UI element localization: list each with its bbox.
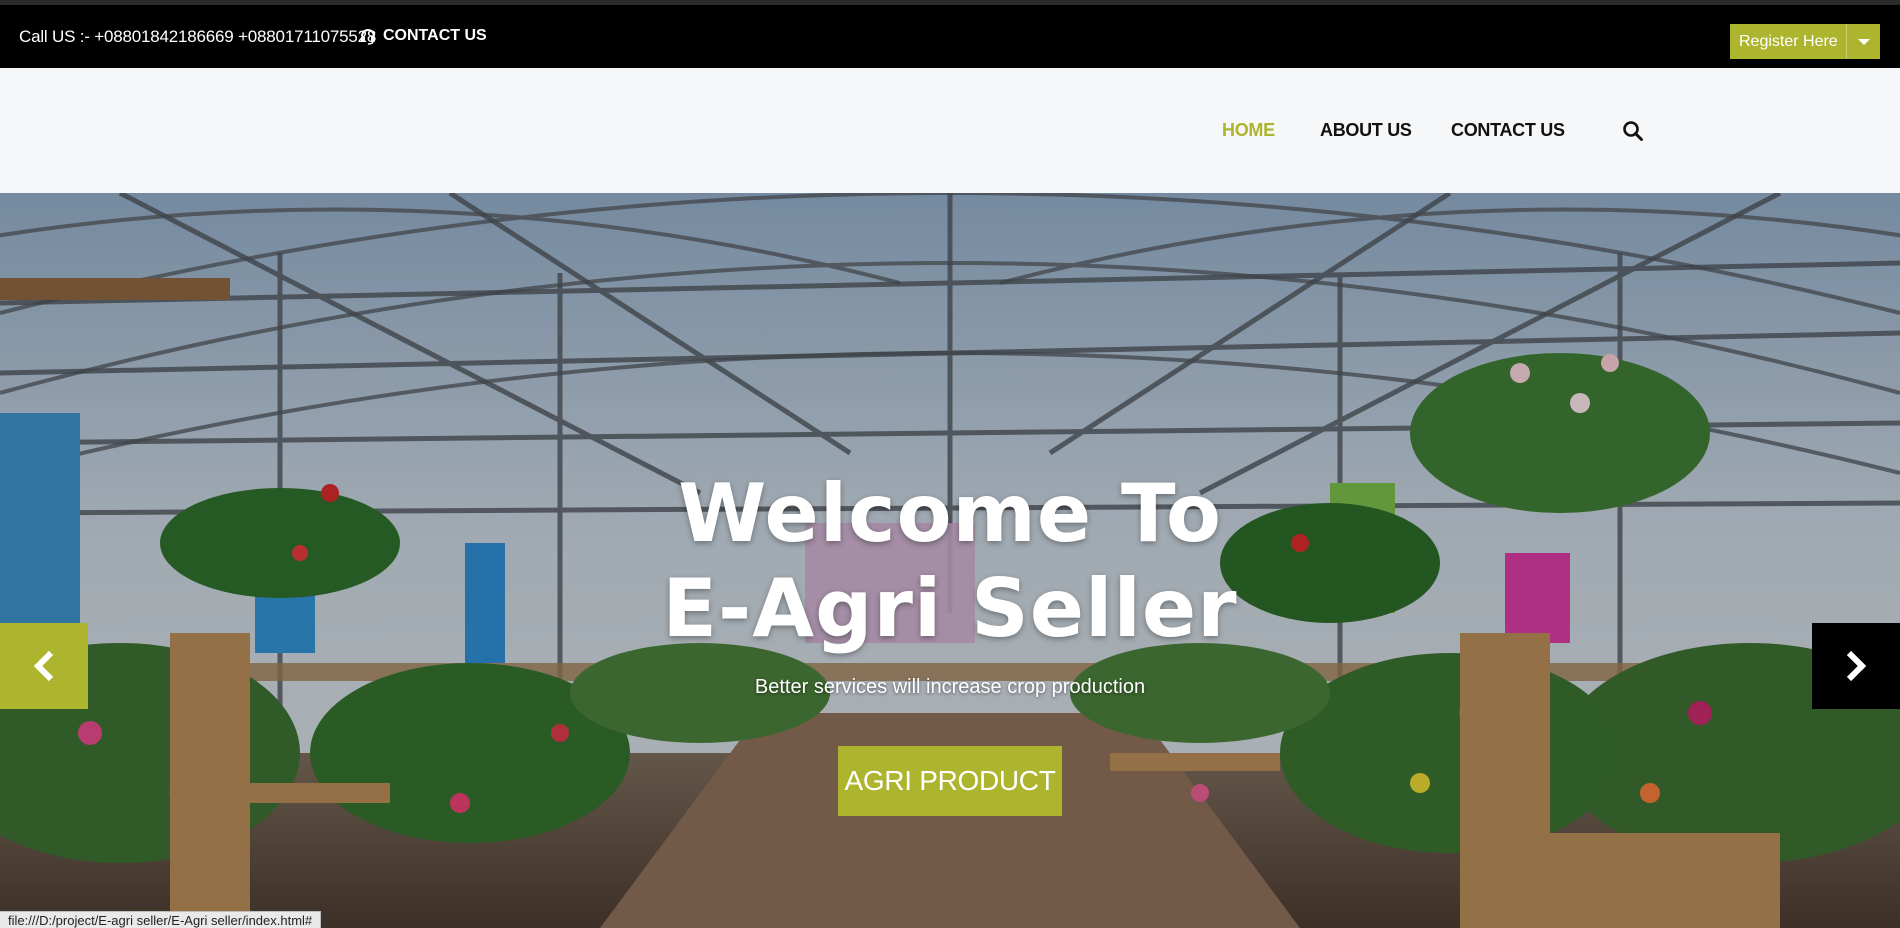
hero-title-line2: E-Agri Seller <box>662 562 1238 655</box>
chevron-left-icon <box>33 650 54 682</box>
top-contact-link[interactable]: CONTACT US <box>359 27 487 45</box>
search-icon[interactable] <box>1622 120 1644 142</box>
agri-product-button[interactable]: AGRI PRODUCT <box>838 746 1062 816</box>
register-dropdown[interactable]: Register Here <box>1730 24 1880 59</box>
nav-contact-us[interactable]: CONTACT US <box>1451 120 1565 141</box>
call-us-text: Call US :- +08801842186669 +088017110755… <box>19 27 377 46</box>
nav-about-us[interactable]: ABOUT US <box>1320 120 1412 141</box>
headset-icon <box>361 29 375 45</box>
register-toggle[interactable] <box>1846 24 1880 59</box>
hero-subtitle: Better services will increase crop produ… <box>754 676 1146 698</box>
chevron-right-icon <box>1846 650 1867 682</box>
slider-next-button[interactable] <box>1812 623 1900 709</box>
main-navbar: HOME ABOUT US CONTACT US <box>0 68 1900 193</box>
top-bar: Call US :- +08801842186669 +088017110755… <box>0 0 1900 68</box>
hero-title-line1: Welcome To <box>678 467 1222 560</box>
hero-slider: Welcome To E-Agri Seller Better services… <box>0 193 1900 928</box>
browser-status-url: file:///D:/project/E-agri seller/E-Agri … <box>0 911 322 928</box>
nav-home[interactable]: HOME <box>1222 120 1275 141</box>
top-contact-label: CONTACT US <box>383 27 487 44</box>
slider-prev-button[interactable] <box>0 623 88 709</box>
register-label: Register Here <box>1739 32 1838 50</box>
caret-down-icon <box>1857 38 1870 45</box>
